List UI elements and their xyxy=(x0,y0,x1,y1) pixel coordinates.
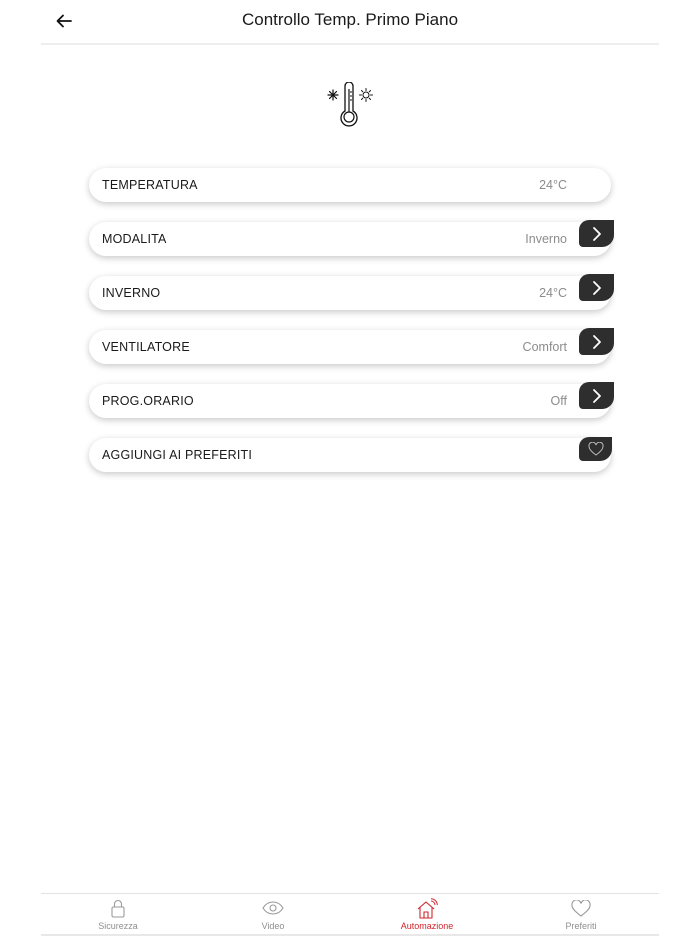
heart-icon xyxy=(571,899,591,917)
chevron-right-icon xyxy=(592,334,601,349)
row-label: PROG.ORARIO xyxy=(102,394,194,408)
chevron-right-icon xyxy=(592,280,601,295)
nav-label: Automazione xyxy=(400,921,454,931)
row-aggiungi-preferiti[interactable]: AGGIUNGI AI PREFERITI xyxy=(89,437,612,472)
lock-icon xyxy=(111,899,125,918)
row-value: Off xyxy=(550,394,567,408)
nav-item-preferiti[interactable]: Preferiti xyxy=(521,897,641,933)
row-ventilatore[interactable]: VENTILATORE Comfort xyxy=(89,328,614,364)
nav-label: Video xyxy=(261,921,285,931)
nav-item-sicurezza[interactable]: Sicurezza xyxy=(58,897,178,933)
page-title: Controllo Temp. Primo Piano xyxy=(241,10,459,29)
smart-home-icon xyxy=(417,897,438,919)
row-value: 24°C xyxy=(539,286,567,300)
row-inverno[interactable]: INVERNO 24°C xyxy=(89,274,614,310)
nav-item-automazione[interactable]: Automazione xyxy=(367,897,487,933)
row-label: TEMPERATURA xyxy=(102,178,198,192)
add-favorite-button[interactable] xyxy=(579,437,612,461)
inverno-arrow-button[interactable] xyxy=(579,274,614,301)
thermometer-snow-sun-icon xyxy=(327,82,373,127)
modalita-arrow-button[interactable] xyxy=(579,220,614,247)
row-value: 24°C xyxy=(539,178,567,192)
eye-icon xyxy=(262,901,284,915)
row-label: VENTILATORE xyxy=(102,340,190,354)
ventilatore-arrow-button[interactable] xyxy=(579,328,614,355)
chevron-right-icon xyxy=(592,388,601,403)
row-label: INVERNO xyxy=(102,286,161,300)
top-header: Controllo Temp. Primo Piano xyxy=(41,0,659,45)
row-modalita[interactable]: MODALITA Inverno xyxy=(89,220,614,256)
prog-orario-arrow-button[interactable] xyxy=(579,382,614,409)
nav-item-video[interactable]: Video xyxy=(213,897,333,933)
bottom-navigation: Sicurezza Video Automazione Preferiti xyxy=(41,893,659,936)
row-temperatura[interactable]: TEMPERATURA 24°C xyxy=(89,168,611,202)
chevron-right-icon xyxy=(592,226,601,241)
heart-icon xyxy=(587,442,604,456)
row-value: Inverno xyxy=(525,232,567,246)
row-prog-orario[interactable]: PROG.ORARIO Off xyxy=(89,382,614,418)
nav-label: Sicurezza xyxy=(98,921,138,931)
nav-label: Preferiti xyxy=(565,921,597,931)
row-label: MODALITA xyxy=(102,232,167,246)
row-value: Comfort xyxy=(522,340,567,354)
row-label: AGGIUNGI AI PREFERITI xyxy=(102,448,253,462)
